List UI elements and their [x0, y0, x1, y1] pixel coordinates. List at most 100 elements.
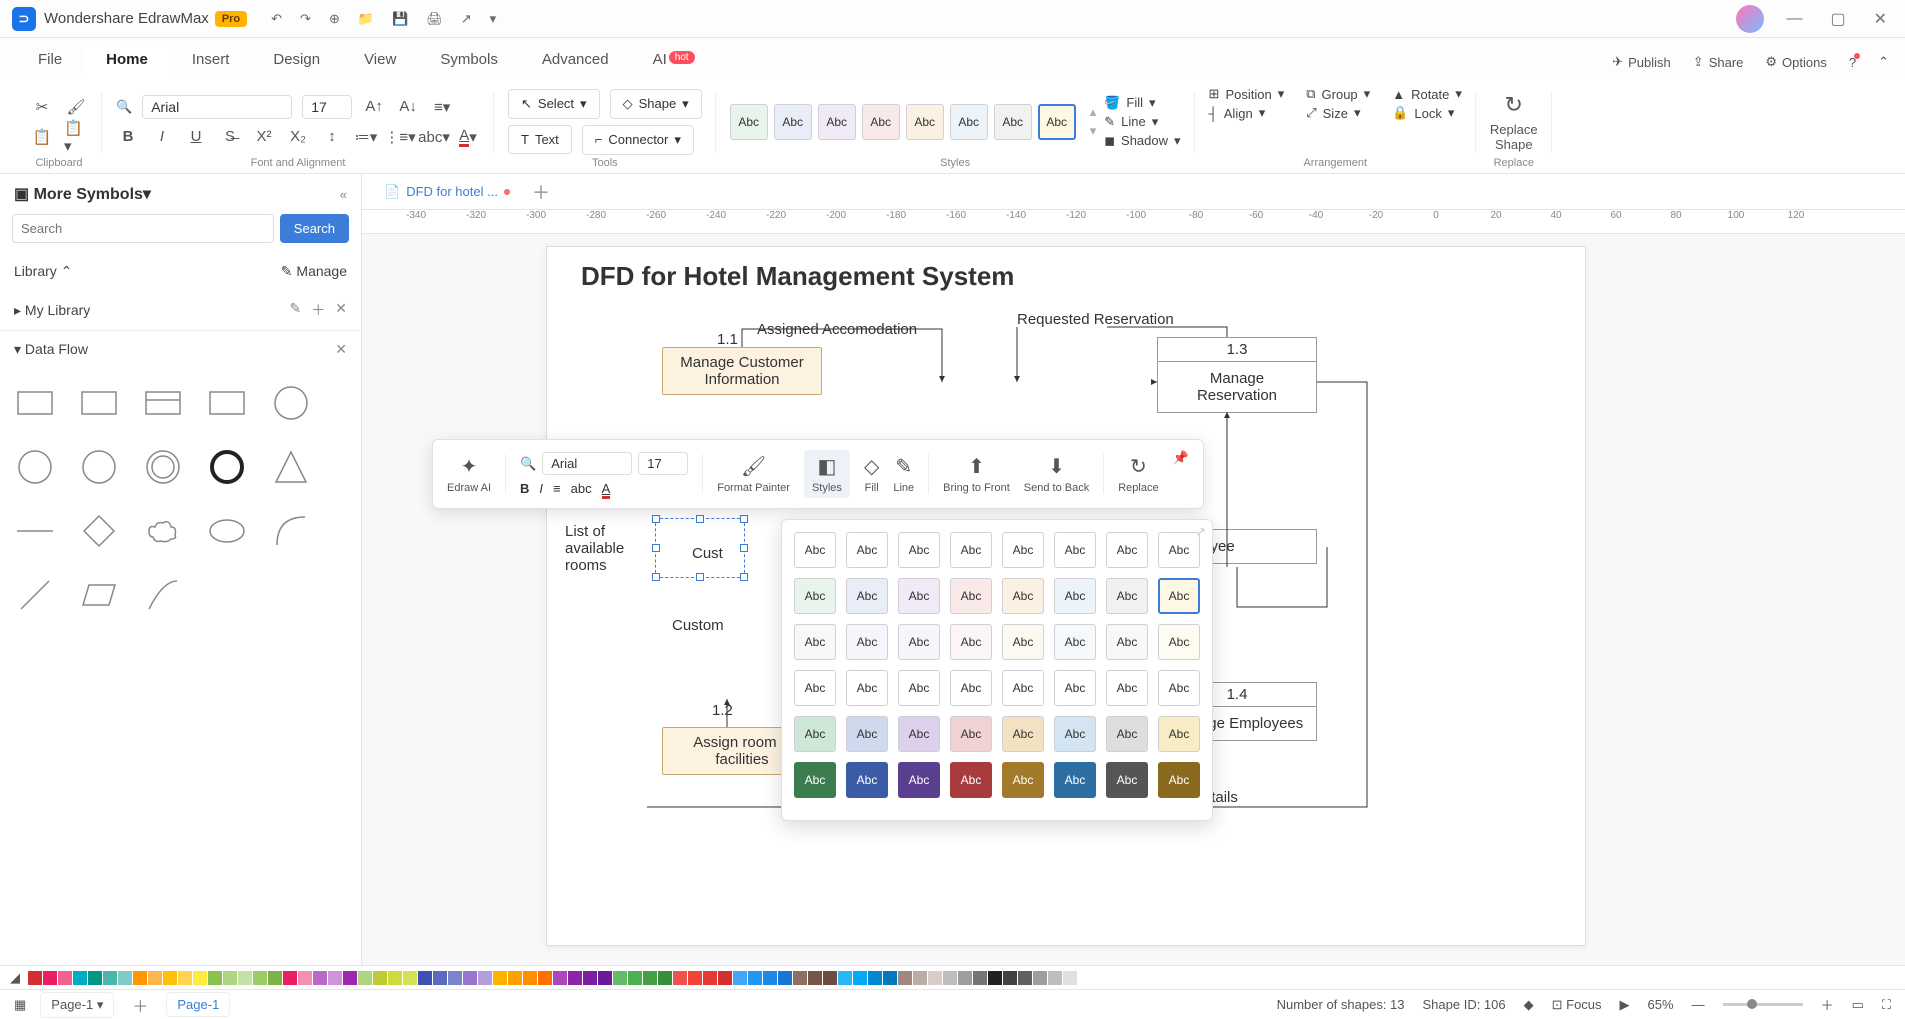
float-font-size[interactable]: 17: [638, 452, 688, 475]
color-swatch-58[interactable]: [898, 971, 912, 985]
color-swatch-55[interactable]: [853, 971, 867, 985]
shape-cloud[interactable]: [142, 510, 184, 552]
shape-line[interactable]: [14, 510, 56, 552]
collapse-ribbon-button[interactable]: ⌃: [1878, 54, 1889, 70]
color-swatch-1[interactable]: [43, 971, 57, 985]
grid-icon[interactable]: ▦: [14, 997, 26, 1013]
color-swatch-5[interactable]: [103, 971, 117, 985]
align-dropdown[interactable]: ≡▾: [430, 95, 454, 119]
print-button[interactable]: 🖨: [426, 11, 443, 27]
style-swatch-4[interactable]: Abc: [862, 104, 900, 140]
zoom-out-button[interactable]: —: [1692, 997, 1705, 1012]
color-swatch-47[interactable]: [733, 971, 747, 985]
fill-button[interactable]: 🪣 Fill ▾: [1104, 95, 1180, 111]
shape-diamond[interactable]: [78, 510, 120, 552]
float-italic[interactable]: I: [539, 481, 543, 496]
user-avatar[interactable]: [1736, 5, 1764, 33]
popup-style-5-7[interactable]: Abc: [1158, 762, 1200, 798]
styles-expand-up[interactable]: ▴: [1090, 104, 1097, 120]
color-swatch-60[interactable]: [928, 971, 942, 985]
popup-style-4-0[interactable]: Abc: [794, 716, 836, 752]
lib-close-icon[interactable]: ✕: [335, 300, 347, 320]
popup-style-4-4[interactable]: Abc: [1002, 716, 1044, 752]
float-replace[interactable]: ↻Replace: [1118, 454, 1158, 494]
style-swatch-2[interactable]: Abc: [774, 104, 812, 140]
shape-circle-2[interactable]: [14, 446, 56, 488]
color-swatch-48[interactable]: [748, 971, 762, 985]
align-button[interactable]: ┤ Align ▾: [1209, 105, 1285, 121]
layers-icon[interactable]: ◆: [1524, 997, 1534, 1013]
color-swatch-18[interactable]: [298, 971, 312, 985]
tab-design[interactable]: Design: [251, 41, 342, 78]
style-swatch-8[interactable]: Abc: [1038, 104, 1076, 140]
float-font-family[interactable]: Arial: [542, 452, 632, 475]
float-align[interactable]: ≡: [553, 481, 561, 496]
share-button[interactable]: ⇪ Share: [1693, 54, 1744, 70]
page-tab-active[interactable]: Page-1: [166, 992, 230, 1017]
my-library-item[interactable]: ▸ My Library: [14, 302, 90, 319]
popup-style-1-6[interactable]: Abc: [1106, 578, 1148, 614]
subscript-button[interactable]: X₂: [286, 125, 310, 149]
color-swatch-21[interactable]: [343, 971, 357, 985]
color-swatch-0[interactable]: [28, 971, 42, 985]
color-swatch-8[interactable]: [148, 971, 162, 985]
color-swatch-36[interactable]: [568, 971, 582, 985]
shape-curve[interactable]: [142, 574, 184, 616]
styles-expand-down[interactable]: ▾: [1090, 123, 1097, 139]
color-swatch-42[interactable]: [658, 971, 672, 985]
shape-rect-2[interactable]: [78, 382, 120, 424]
color-swatch-28[interactable]: [448, 971, 462, 985]
color-swatch-33[interactable]: [523, 971, 537, 985]
help-button[interactable]: ?: [1849, 55, 1856, 70]
shape-circle-bold[interactable]: [206, 446, 248, 488]
tab-insert[interactable]: Insert: [170, 41, 252, 78]
shape-triangle[interactable]: [270, 446, 312, 488]
presentation-icon[interactable]: ▶: [1620, 997, 1630, 1013]
color-swatch-19[interactable]: [313, 971, 327, 985]
color-swatch-29[interactable]: [463, 971, 477, 985]
color-swatch-57[interactable]: [883, 971, 897, 985]
float-format-painter[interactable]: 🖌Format Painter: [717, 454, 790, 494]
color-swatch-54[interactable]: [838, 971, 852, 985]
popup-style-3-7[interactable]: Abc: [1158, 670, 1200, 706]
tab-file[interactable]: File: [16, 41, 84, 78]
node-manage-customer[interactable]: Manage Customer Information: [662, 347, 822, 395]
float-line[interactable]: ✎Line: [893, 454, 914, 494]
color-swatch-41[interactable]: [643, 971, 657, 985]
shape-circle-3[interactable]: [78, 446, 120, 488]
color-swatch-32[interactable]: [508, 971, 522, 985]
float-styles[interactable]: ◧Styles: [804, 450, 850, 498]
color-swatch-45[interactable]: [703, 971, 717, 985]
shape-rect-1[interactable]: [14, 382, 56, 424]
tab-ai[interactable]: AIhot: [631, 41, 717, 78]
superscript-button[interactable]: X²: [252, 125, 276, 149]
color-swatch-6[interactable]: [118, 971, 132, 985]
color-swatch-64[interactable]: [988, 971, 1002, 985]
color-swatch-2[interactable]: [58, 971, 72, 985]
manage-button[interactable]: ✎ Manage: [281, 263, 347, 280]
tab-symbols[interactable]: Symbols: [418, 41, 520, 78]
color-swatch-38[interactable]: [598, 971, 612, 985]
bold-button[interactable]: B: [116, 125, 140, 149]
line-button[interactable]: ✎ Line ▾: [1104, 114, 1180, 130]
more-quick-button[interactable]: ▾: [490, 11, 497, 27]
color-swatch-15[interactable]: [253, 971, 267, 985]
text-tool[interactable]: T Text: [508, 125, 572, 154]
font-color-button[interactable]: A▾: [456, 125, 480, 149]
library-toggle[interactable]: Library ⌃: [14, 263, 72, 280]
replace-shape-button[interactable]: ↻ Replace Shape: [1490, 92, 1538, 152]
popup-style-4-7[interactable]: Abc: [1158, 716, 1200, 752]
popup-style-4-5[interactable]: Abc: [1054, 716, 1096, 752]
collapse-left-panel-button[interactable]: «: [340, 187, 347, 202]
popup-style-3-3[interactable]: Abc: [950, 670, 992, 706]
color-swatch-39[interactable]: [613, 971, 627, 985]
popup-style-1-0[interactable]: Abc: [794, 578, 836, 614]
popup-style-2-6[interactable]: Abc: [1106, 624, 1148, 660]
float-send-back[interactable]: ⬇Send to Back: [1024, 454, 1089, 494]
lib-add-icon[interactable]: ＋: [311, 300, 325, 320]
shape-circle-1[interactable]: [270, 382, 312, 424]
color-swatch-13[interactable]: [223, 971, 237, 985]
tab-home[interactable]: Home: [84, 41, 170, 78]
font-family-dropdown[interactable]: Arial: [142, 95, 292, 119]
color-swatch-53[interactable]: [823, 971, 837, 985]
